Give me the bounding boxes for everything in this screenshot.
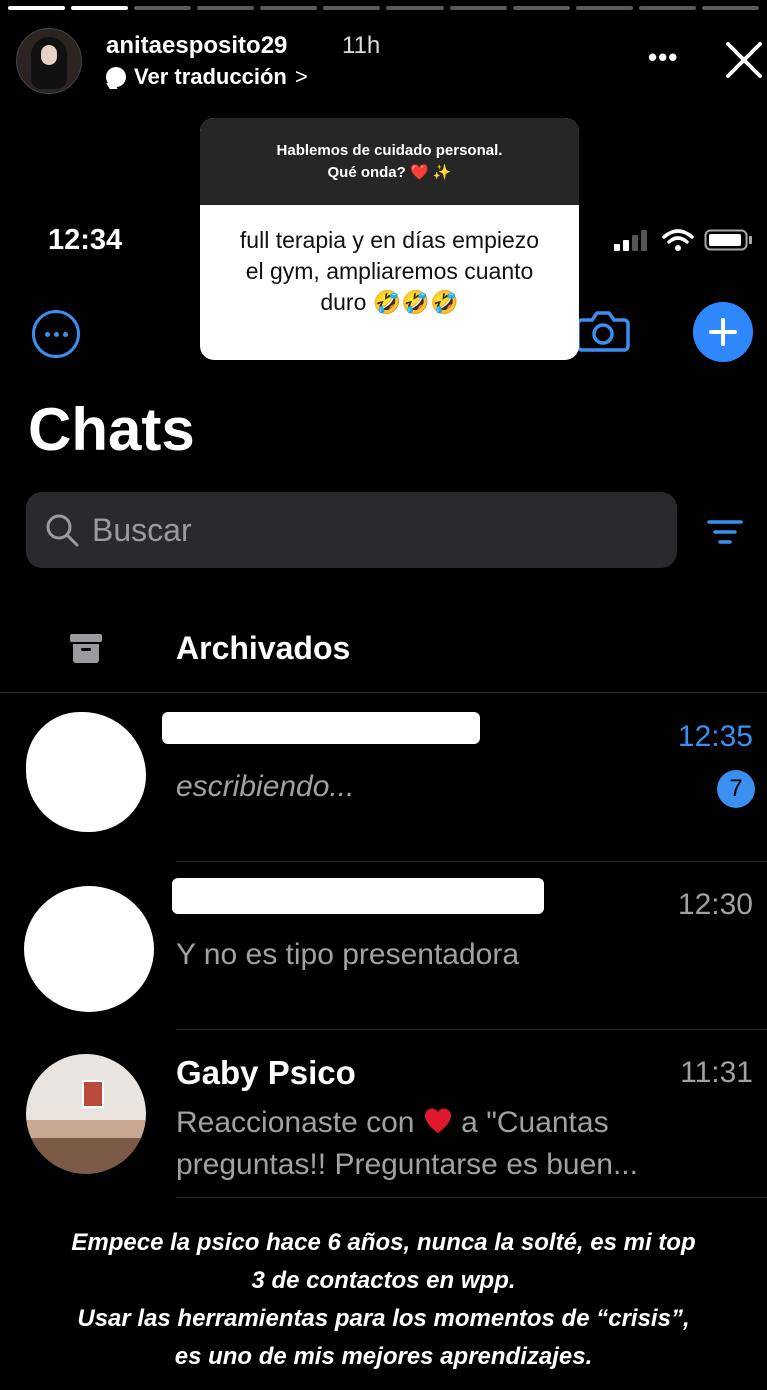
chat-name: Gaby Psico bbox=[176, 1054, 356, 1091]
chat-message-line-2: preguntas!! Preguntarse es buen... bbox=[176, 1148, 638, 1181]
filter-icon[interactable] bbox=[706, 518, 744, 546]
chat-time: 12:30 bbox=[677, 888, 753, 921]
progress-segment bbox=[134, 6, 192, 10]
archived-label: Archivados bbox=[176, 630, 351, 666]
question-sticker: Hablemos de cuidado personal. Qué onda? … bbox=[200, 118, 579, 360]
archive-box-icon bbox=[70, 634, 102, 663]
redacted-avatar bbox=[26, 712, 146, 832]
story-progress bbox=[8, 6, 759, 11]
story-caption: Empece la psico hace 6 años, nunca la so… bbox=[0, 1224, 767, 1376]
chat-message-suffix: a "Cuantas bbox=[461, 1106, 609, 1139]
redacted-name bbox=[162, 712, 480, 744]
heart-icon bbox=[424, 1108, 451, 1133]
archived-row[interactable]: Archivados bbox=[0, 610, 767, 693]
chevron-right-icon: > bbox=[294, 64, 308, 89]
progress-segment bbox=[701, 6, 759, 10]
contact-avatar bbox=[26, 1054, 146, 1174]
progress-segment bbox=[575, 6, 633, 10]
chat-message-prefix: Reaccionaste con bbox=[176, 1106, 415, 1139]
see-translation-label: Ver traducción bbox=[134, 64, 287, 89]
chat-time: 12:35 bbox=[677, 720, 753, 753]
redacted-avatar bbox=[24, 886, 154, 1012]
profile-avatar[interactable] bbox=[16, 28, 82, 94]
chat-row[interactable]: Gaby Psico Reaccionaste con a "Cuantas p… bbox=[0, 1030, 767, 1198]
search-input[interactable]: Buscar bbox=[26, 492, 677, 568]
answer-line-3: duro 🤣🤣🤣 bbox=[320, 289, 459, 315]
see-translation-link[interactable]: Ver traducción > bbox=[106, 64, 308, 90]
chat-message: escribiendo... bbox=[176, 770, 355, 803]
caption-line-4: es uno de mis mejores aprendizajes. bbox=[174, 1343, 593, 1370]
divider bbox=[176, 1197, 767, 1198]
more-options-icon[interactable]: ••• bbox=[648, 42, 678, 73]
progress-segment bbox=[8, 6, 66, 10]
progress-segment bbox=[512, 6, 570, 10]
plus-icon bbox=[709, 318, 737, 346]
camera-icon[interactable] bbox=[576, 306, 630, 354]
progress-segment bbox=[197, 6, 255, 10]
progress-segment bbox=[449, 6, 507, 10]
chat-time: 11:31 bbox=[680, 1056, 753, 1089]
caption-line-2: 3 de contactos en wpp. bbox=[251, 1267, 516, 1294]
question-line-1: Hablemos de cuidado personal. bbox=[276, 141, 503, 159]
chat-message: Y no es tipo presentadora bbox=[176, 938, 520, 971]
chat-row[interactable]: Y no es tipo presentadora 12:30 bbox=[0, 862, 767, 1030]
close-icon[interactable] bbox=[720, 36, 767, 84]
answer-line-2: el gym, ampliaremos cuanto bbox=[245, 258, 534, 284]
chat-row[interactable]: escribiendo... 12:35 7 bbox=[0, 694, 767, 862]
search-placeholder: Buscar bbox=[92, 511, 192, 548]
progress-segment bbox=[386, 6, 444, 10]
caption-line-1: Empece la psico hace 6 años, nunca la so… bbox=[71, 1229, 696, 1256]
answer-text: full terapia y en días empiezo el gym, a… bbox=[200, 205, 579, 338]
battery-icon bbox=[704, 229, 752, 251]
question-header: Hablemos de cuidado personal. Qué onda? … bbox=[200, 118, 579, 205]
chat-message: Reaccionaste con a "Cuantas preguntas!! … bbox=[176, 1102, 676, 1186]
page-title: Chats bbox=[28, 396, 195, 463]
new-chat-button[interactable] bbox=[693, 302, 753, 362]
story-time-ago: 11h bbox=[342, 32, 381, 59]
unread-badge: 7 bbox=[717, 770, 755, 808]
redacted-name bbox=[172, 878, 544, 914]
username[interactable]: anitaesposito29 bbox=[106, 32, 287, 60]
more-menu-button[interactable] bbox=[32, 310, 80, 358]
status-icons bbox=[612, 228, 754, 252]
status-clock: 12:34 bbox=[48, 224, 123, 256]
question-line-2: Qué onda? ❤️ ✨ bbox=[327, 163, 452, 181]
search-icon bbox=[46, 514, 79, 547]
wifi-icon bbox=[662, 229, 694, 251]
progress-segment bbox=[260, 6, 318, 10]
progress-segment bbox=[323, 6, 381, 10]
signal-icon bbox=[614, 230, 647, 251]
caption-line-3: Usar las herramientas para los momentos … bbox=[77, 1305, 690, 1332]
progress-segment bbox=[638, 6, 696, 10]
translate-bubble-icon bbox=[106, 67, 126, 87]
progress-segment bbox=[71, 6, 129, 10]
answer-line-1: full terapia y en días empiezo bbox=[239, 227, 540, 253]
